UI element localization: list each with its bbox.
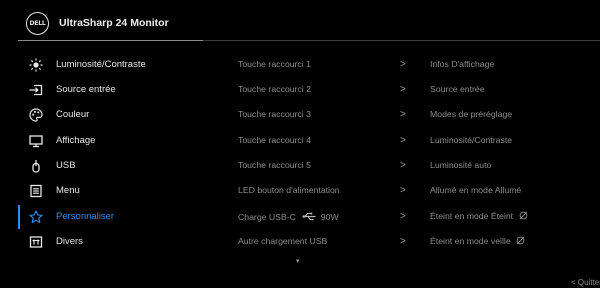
info-icon	[28, 234, 44, 250]
shortcut-key-2-label[interactable]: Touche raccourci 2	[238, 77, 408, 103]
menu-item-label: Personnaliser	[56, 211, 115, 222]
other-usb-charging-label[interactable]: Autre chargement USB	[238, 229, 408, 255]
scroll-down-indicator[interactable]: ▾	[296, 257, 300, 265]
chevron-right-icon: >	[400, 185, 406, 196]
menu-item-label: Couleur	[56, 109, 90, 120]
menu-item-menu[interactable]: Menu	[0, 178, 210, 204]
usbc-charging-watt: 90W	[320, 212, 339, 222]
menu-item-label: Menu	[56, 185, 80, 196]
other-usb-charging-value: Éteint en mode veille	[430, 236, 511, 246]
menu-item-label: USB	[56, 160, 76, 171]
star-icon	[28, 209, 44, 225]
menu-item-brightness-contrast[interactable]: Luminosité/Contraste	[0, 52, 210, 78]
menu-item-color[interactable]: Couleur	[0, 102, 210, 128]
input-source-icon	[28, 82, 44, 98]
usbc-charging-row[interactable]: Charge USB-C 90W	[238, 204, 408, 230]
shortcut-key-1-value[interactable]: Infos D'affichage	[430, 52, 600, 78]
brightness-icon	[28, 57, 44, 73]
power-led-label[interactable]: LED bouton d'alimentation	[238, 178, 408, 204]
usbc-charging-icon	[302, 211, 316, 224]
power-off-icon	[519, 211, 528, 222]
monitor-title: UltraSharp 24 Monitor	[59, 17, 169, 29]
menu-item-display[interactable]: Affichage	[0, 128, 210, 154]
osd-header: DELL UltraSharp 24 Monitor	[0, 0, 600, 40]
shortcut-key-5-label[interactable]: Touche raccourci 5	[238, 153, 408, 179]
chevron-right-icon: >	[400, 236, 406, 247]
header-divider-highlight	[18, 40, 203, 41]
shortcut-key-1-label[interactable]: Touche raccourci 1	[238, 52, 408, 78]
quit-button[interactable]: < Quitter	[571, 278, 600, 287]
menu-item-label: Affichage	[56, 135, 96, 146]
header-divider	[203, 40, 600, 41]
menu-item-label: Divers	[56, 236, 83, 247]
shortcut-key-3-label[interactable]: Touche raccourci 3	[238, 102, 408, 128]
menu-item-personalize[interactable]: Personnaliser	[0, 204, 210, 230]
dell-logo-text: DELL	[29, 20, 46, 27]
chevron-right-icon: >	[400, 59, 406, 70]
chevron-right-icon: >	[400, 211, 406, 222]
menu-item-input-source[interactable]: Source entrée	[0, 77, 210, 103]
menu-item-usb[interactable]: USB	[0, 153, 210, 179]
standby-off-icon	[516, 236, 525, 247]
shortcut-key-3-value[interactable]: Modes de préréglage	[430, 102, 600, 128]
color-palette-icon	[28, 107, 44, 123]
shortcut-key-4-value[interactable]: Luminosité/Contraste	[430, 128, 600, 154]
chevron-right-icon: >	[400, 160, 406, 171]
menu-item-label: Luminosité/Contraste	[56, 59, 146, 70]
chevron-right-icon: >	[400, 84, 406, 95]
dell-logo: DELL	[26, 12, 49, 35]
menu-item-others[interactable]: Divers	[0, 229, 210, 255]
other-usb-charging-value-row[interactable]: Éteint en mode veille	[430, 229, 600, 255]
chevron-right-icon: >	[400, 109, 406, 120]
usbc-charging-label: Charge USB-C	[238, 212, 296, 222]
shortcut-key-2-value[interactable]: Source entrée	[430, 77, 600, 103]
power-led-value[interactable]: Allumé en mode Allumé	[430, 178, 600, 204]
usbc-charging-value: Éteint en mode Éteint	[430, 211, 514, 221]
shortcut-key-4-label[interactable]: Touche raccourci 4	[238, 128, 408, 154]
usb-icon	[28, 158, 44, 174]
usbc-charging-value-row[interactable]: Éteint en mode Éteint	[430, 204, 600, 230]
menu-item-label: Source entrée	[56, 84, 116, 95]
display-icon	[28, 133, 44, 149]
menu-icon	[28, 183, 44, 199]
chevron-right-icon: >	[400, 135, 406, 146]
shortcut-key-5-value[interactable]: Luminosité auto	[430, 153, 600, 179]
